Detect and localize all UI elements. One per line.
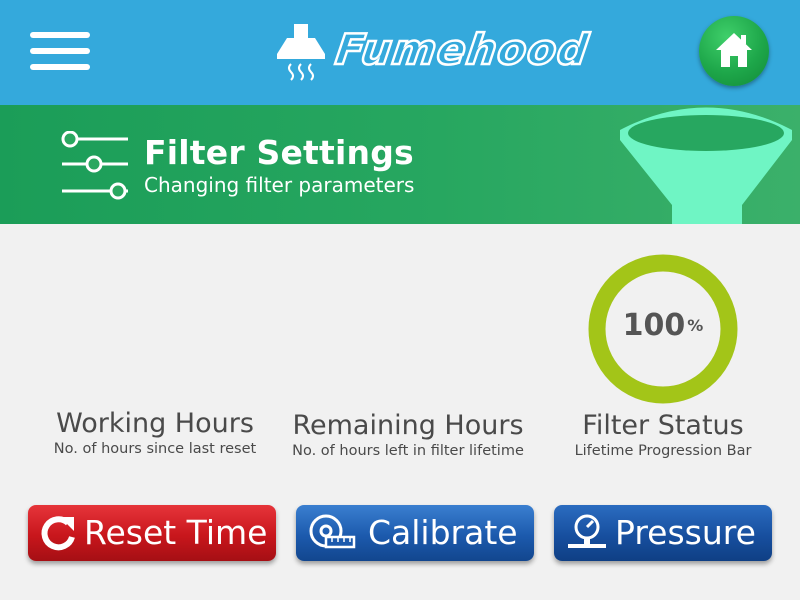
sliders-icon: [61, 131, 128, 200]
calibrate-label: Calibrate: [368, 513, 518, 552]
pressure-label: Pressure: [615, 513, 756, 552]
gauge-value: 100%: [588, 308, 738, 343]
menu-line: [30, 64, 90, 70]
filter-status-label: Filter Status: [582, 410, 744, 441]
remaining-hours-subtitle: No. of hours left in filter lifetime: [292, 443, 524, 459]
top-bar: Fumehood: [0, 0, 800, 105]
filter-status-gauge: 100%: [588, 254, 738, 404]
menu-line: [30, 32, 90, 38]
range-hood-icon: [277, 24, 325, 81]
reset-time-label: Reset Time: [84, 513, 268, 552]
pressure-gauge-icon: [568, 514, 606, 548]
home-icon: [716, 33, 752, 67]
calibrate-button[interactable]: Calibrate: [296, 505, 534, 561]
page-header: Filter Settings Changing filter paramete…: [0, 105, 800, 224]
page-subtitle: Changing filter parameters: [144, 173, 415, 197]
hamburger-menu-icon[interactable]: [30, 32, 90, 72]
gauge-number: 100: [622, 308, 686, 343]
home-button[interactable]: [699, 16, 769, 86]
funnel-icon: [620, 107, 792, 224]
gauge-unit: %: [687, 316, 704, 335]
remaining-hours-label: Remaining Hours: [292, 410, 524, 441]
pressure-button[interactable]: Pressure: [554, 505, 772, 561]
menu-line: [30, 48, 90, 54]
working-hours-subtitle: No. of hours since last reset: [53, 441, 257, 457]
page-title: Filter Settings: [144, 133, 414, 172]
tape-measure-icon: [309, 514, 356, 549]
reset-time-button[interactable]: Reset Time: [28, 505, 276, 561]
filter-status-subtitle: Lifetime Progression Bar: [574, 443, 752, 459]
reset-arrow-icon: [41, 516, 75, 551]
app-logo-text: Fumehood: [331, 24, 593, 76]
working-hours-label: Working Hours: [56, 408, 254, 439]
